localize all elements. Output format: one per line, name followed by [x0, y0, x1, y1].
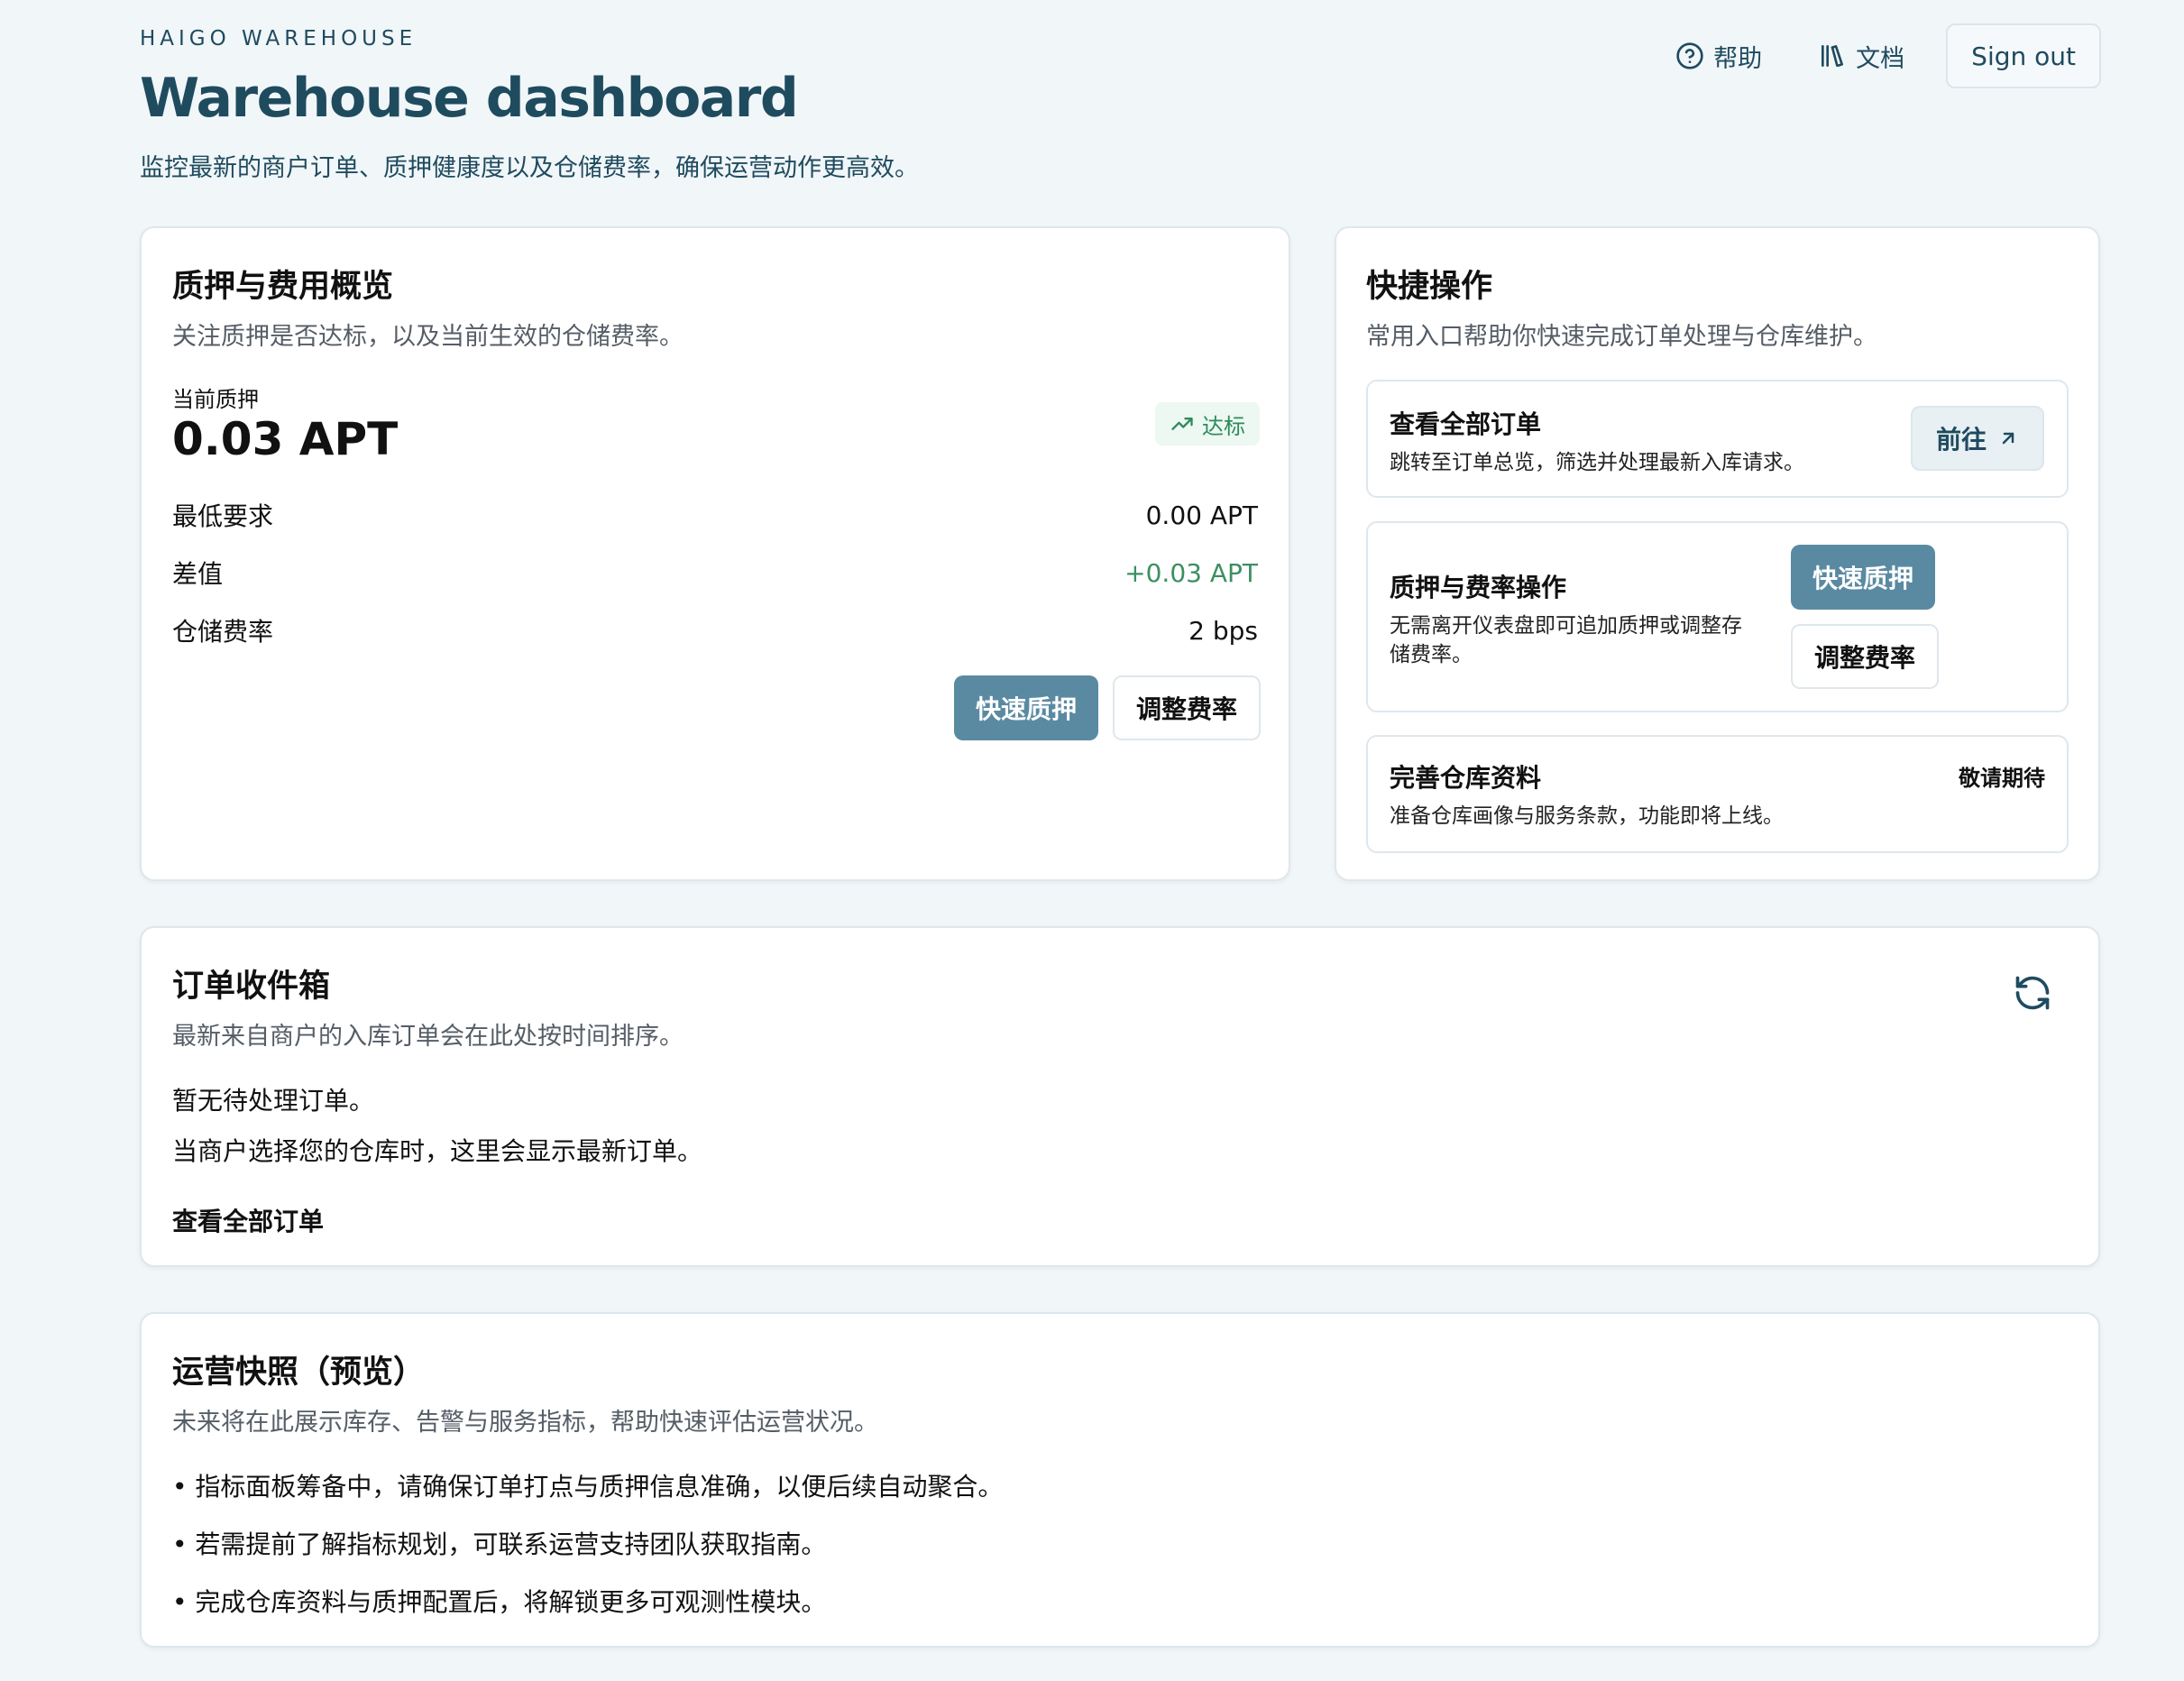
sign-out-button[interactable]: Sign out: [1946, 23, 2101, 88]
page-subtitle: 监控最新的商户订单、质押健康度以及仓储费率，确保运营动作更高效。: [140, 154, 919, 182]
dashboard-page: HAIGO WAREHOUSE Warehouse dashboard 监控最新…: [0, 0, 2184, 1681]
quick-action-stake-and-fee: 质押与费率操作 无需离开仪表盘即可追加质押或调整存 储费率。 快速质押 调整费率: [1366, 521, 2069, 712]
snapshot-bullet: • 指标面板筹备中，请确保订单打点与质押信息准确，以便后续自动聚合。: [172, 1472, 1004, 1502]
brand-eyebrow: HAIGO WAREHOUSE: [140, 27, 418, 51]
docs-label: 文档: [1856, 44, 1905, 73]
quick-actions-title: 快捷操作: [1366, 269, 1493, 305]
adjust-fee-button[interactable]: 调整费率: [1791, 624, 1939, 689]
empty-state-hint: 当商户选择您的仓库时，这里会显示最新订单。: [172, 1136, 703, 1166]
collateral-status-text: 达标: [1202, 413, 1245, 439]
quick-stake-button[interactable]: 快速质押: [954, 675, 1098, 740]
metric-row-difference: 差值 +0.03 APT: [172, 555, 1258, 591]
description-line: 储费率。: [1390, 643, 1473, 666]
collateral-status-badge: 达标: [1155, 402, 1260, 446]
current-collateral-label: 当前质押: [172, 387, 259, 412]
description-line: 无需离开仪表盘即可追加质押或调整存: [1390, 614, 1742, 638]
collateral-card-title: 质押与费用概览: [172, 269, 394, 305]
quick-actions-description: 常用入口帮助你快速完成订单处理与仓库维护。: [1366, 323, 1877, 351]
snapshot-title: 运营快照（预览）: [172, 1355, 426, 1391]
help-label: 帮助: [1713, 44, 1763, 73]
trending-up-icon: [1171, 418, 1193, 430]
empty-state-title: 暂无待处理订单。: [172, 1086, 375, 1116]
quick-action-view-orders: 查看全部订单 跳转至订单总览，筛选并处理最新入库请求。 前往: [1366, 380, 2069, 498]
view-all-orders-link[interactable]: 查看全部订单: [172, 1202, 324, 1238]
coming-soon-badge: 敬请期待: [1959, 766, 2045, 791]
snapshot-description: 未来将在此展示库存、告警与服务指标，帮助快速评估运营状况。: [172, 1409, 878, 1437]
page-title: Warehouse dashboard: [140, 67, 799, 130]
go-to-orders-button[interactable]: 前往: [1911, 406, 2044, 471]
quick-actions-card: 快捷操作 常用入口帮助你快速完成订单处理与仓库维护。 查看全部订单 跳转至订单总…: [1335, 226, 2100, 881]
go-to-label: 前往: [1935, 425, 1987, 455]
arrow-up-right-icon: [2002, 432, 2014, 445]
order-inbox-card: 订单收件箱 最新来自商户的入库订单会在此处按时间排序。 暂无待处理订单。 当商户…: [140, 926, 2100, 1267]
docs-button[interactable]: 文档: [1803, 23, 1919, 88]
metric-label: 差值: [172, 559, 224, 589]
order-inbox-description: 最新来自商户的入库订单会在此处按时间排序。: [172, 1023, 684, 1051]
current-collateral-value: 0.03 APT: [172, 413, 399, 465]
metric-value: 0.00 APT: [1145, 500, 1258, 530]
metric-label: 仓储费率: [172, 617, 274, 647]
quick-action-title: 质押与费率操作: [1390, 573, 1567, 602]
help-button[interactable]: 帮助: [1661, 23, 1776, 88]
quick-action-description: 无需离开仪表盘即可追加质押或调整存 储费率。: [1390, 611, 1777, 669]
quick-action-description: 准备仓库画像与服务条款，功能即将上线。: [1390, 804, 1784, 828]
collateral-card-description: 关注质押是否达标，以及当前生效的仓储费率。: [172, 323, 684, 351]
metric-value: +0.03 APT: [1124, 557, 1258, 588]
snapshot-bullet: • 完成仓库资料与质押配置后，将解锁更多可观测性模块。: [172, 1587, 827, 1617]
order-inbox-title: 订单收件箱: [172, 969, 331, 1005]
library-icon: [1822, 45, 1844, 67]
quick-action-warehouse-profile: 完善仓库资料 准备仓库画像与服务条款，功能即将上线。 敬请期待: [1366, 735, 2069, 853]
help-circle-icon: [1676, 42, 1703, 69]
metric-row-storage-fee: 仓储费率 2 bps: [172, 612, 1258, 648]
metric-value: 2 bps: [1188, 615, 1258, 646]
collateral-card: 质押与费用概览 关注质押是否达标，以及当前生效的仓储费率。 当前质押 0.03 …: [140, 226, 1290, 881]
quick-action-title: 查看全部订单: [1390, 409, 1542, 439]
operations-snapshot-card: 运营快照（预览） 未来将在此展示库存、告警与服务指标，帮助快速评估运营状况。 •…: [140, 1312, 2100, 1648]
refresh-icon[interactable]: [2013, 973, 2052, 1013]
quick-stake-button[interactable]: 快速质押: [1791, 545, 1935, 610]
quick-action-description: 跳转至订单总览，筛选并处理最新入库请求。: [1390, 451, 1804, 474]
adjust-fee-button[interactable]: 调整费率: [1113, 675, 1261, 740]
metric-label: 最低要求: [172, 501, 274, 531]
snapshot-bullet: • 若需提前了解指标规划，可联系运营支持团队获取指南。: [172, 1529, 827, 1559]
quick-action-title: 完善仓库资料: [1390, 763, 1542, 793]
metric-row-minimum: 最低要求 0.00 APT: [172, 497, 1258, 533]
header-actions: 帮助 文档 Sign out: [1661, 23, 2101, 88]
